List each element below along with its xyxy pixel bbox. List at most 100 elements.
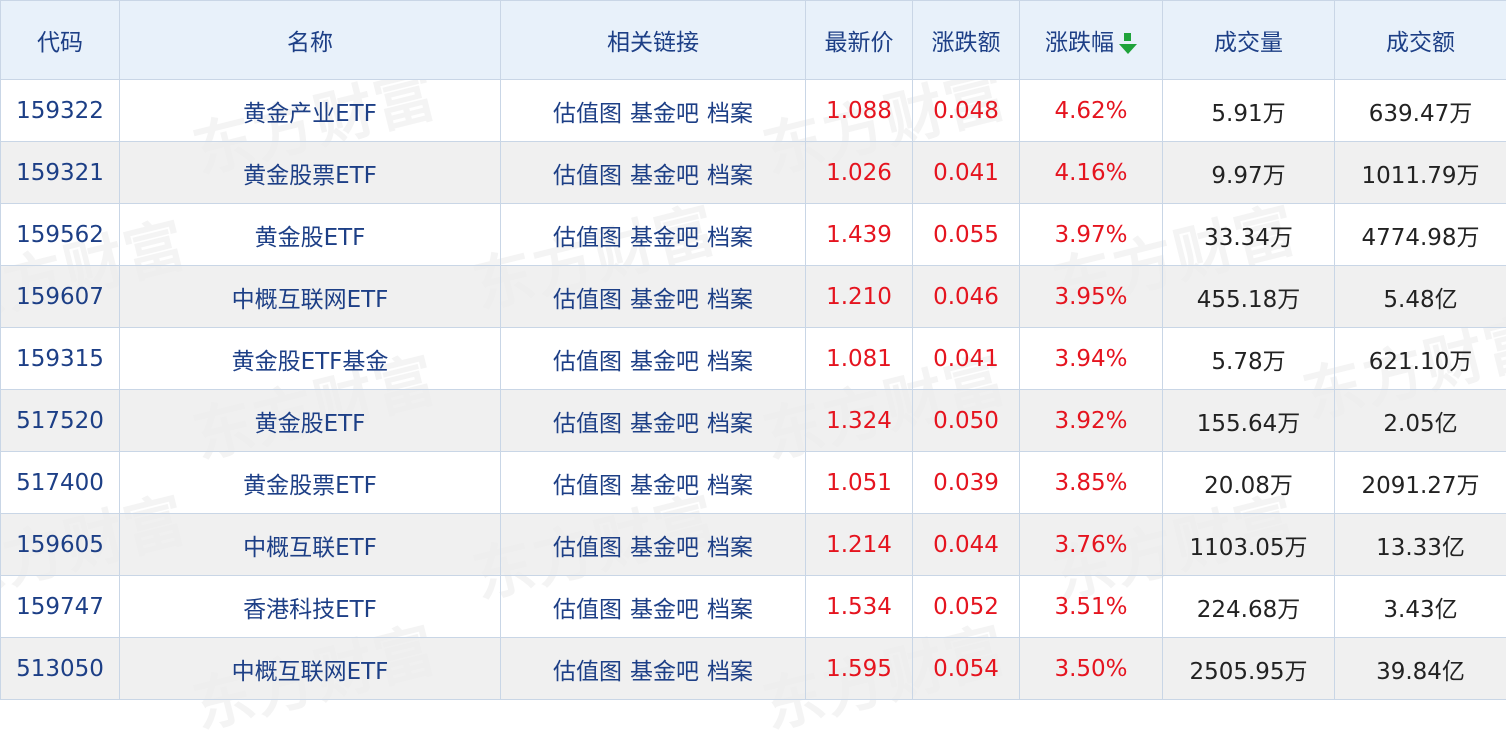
fund-forum-link[interactable]: 基金吧 bbox=[630, 659, 699, 685]
cell-change-pct: 3.50% bbox=[1020, 638, 1163, 700]
header-name[interactable]: 名称 bbox=[120, 1, 501, 80]
fund-code-link[interactable]: 159322 bbox=[16, 98, 104, 124]
fund-code-link[interactable]: 517520 bbox=[16, 408, 104, 434]
fund-profile-link[interactable]: 档案 bbox=[707, 225, 753, 251]
fund-code-link[interactable]: 159321 bbox=[16, 160, 104, 186]
cell-links: 估值图基金吧档案 bbox=[501, 638, 806, 700]
cell-code[interactable]: 159322 bbox=[1, 80, 120, 142]
fund-name-link[interactable]: 中概互联ETF bbox=[243, 535, 377, 561]
cell-change-pct: 4.16% bbox=[1020, 142, 1163, 204]
fund-name-link[interactable]: 黄金股ETF bbox=[255, 225, 366, 251]
cell-links: 估值图基金吧档案 bbox=[501, 452, 806, 514]
table-row: 159747香港科技ETF估值图基金吧档案1.5340.0523.51%224.… bbox=[1, 576, 1506, 638]
valuation-chart-link[interactable]: 估值图 bbox=[553, 101, 622, 127]
cell-turnover: 13.33亿 bbox=[1335, 514, 1506, 576]
cell-name[interactable]: 中概互联ETF bbox=[120, 514, 501, 576]
valuation-chart-link[interactable]: 估值图 bbox=[553, 225, 622, 251]
cell-name[interactable]: 黄金股ETF基金 bbox=[120, 328, 501, 390]
cell-change: 0.046 bbox=[913, 266, 1020, 328]
fund-name-link[interactable]: 黄金股票ETF bbox=[243, 163, 377, 189]
fund-code-link[interactable]: 159605 bbox=[16, 532, 104, 558]
valuation-chart-link[interactable]: 估值图 bbox=[553, 535, 622, 561]
fund-profile-link[interactable]: 档案 bbox=[707, 101, 753, 127]
valuation-chart-link[interactable]: 估值图 bbox=[553, 597, 622, 623]
fund-code-link[interactable]: 159607 bbox=[16, 284, 104, 310]
header-price[interactable]: 最新价 bbox=[806, 1, 913, 80]
fund-code-link[interactable]: 159562 bbox=[16, 222, 104, 248]
fund-forum-link[interactable]: 基金吧 bbox=[630, 411, 699, 437]
fund-forum-link[interactable]: 基金吧 bbox=[630, 225, 699, 251]
fund-code-link[interactable]: 159747 bbox=[16, 594, 104, 620]
fund-code-link[interactable]: 517400 bbox=[16, 470, 104, 496]
header-change-pct-label: 涨跌幅 bbox=[1045, 30, 1114, 56]
header-volume[interactable]: 成交量 bbox=[1163, 1, 1335, 80]
fund-name-link[interactable]: 黄金股票ETF bbox=[243, 473, 377, 499]
header-links: 相关链接 bbox=[501, 1, 806, 80]
valuation-chart-link[interactable]: 估值图 bbox=[553, 659, 622, 685]
cell-code[interactable]: 517400 bbox=[1, 452, 120, 514]
fund-code-link[interactable]: 159315 bbox=[16, 346, 104, 372]
header-change-pct[interactable]: 涨跌幅 bbox=[1020, 1, 1163, 80]
valuation-chart-link[interactable]: 估值图 bbox=[553, 349, 622, 375]
fund-name-link[interactable]: 中概互联网ETF bbox=[232, 287, 389, 313]
cell-name[interactable]: 黄金股ETF bbox=[120, 204, 501, 266]
cell-name[interactable]: 黄金股票ETF bbox=[120, 142, 501, 204]
cell-change: 0.048 bbox=[913, 80, 1020, 142]
table-row: 159321黄金股票ETF估值图基金吧档案1.0260.0414.16%9.97… bbox=[1, 142, 1506, 204]
cell-name[interactable]: 香港科技ETF bbox=[120, 576, 501, 638]
cell-name[interactable]: 黄金股票ETF bbox=[120, 452, 501, 514]
fund-profile-link[interactable]: 档案 bbox=[707, 349, 753, 375]
cell-name[interactable]: 中概互联网ETF bbox=[120, 266, 501, 328]
fund-forum-link[interactable]: 基金吧 bbox=[630, 535, 699, 561]
cell-name[interactable]: 中概互联网ETF bbox=[120, 638, 501, 700]
table-header-row: 代码 名称 相关链接 最新价 涨跌额 涨跌幅 成交量 成交额 bbox=[1, 1, 1506, 80]
cell-code[interactable]: 517520 bbox=[1, 390, 120, 452]
cell-change: 0.039 bbox=[913, 452, 1020, 514]
cell-code[interactable]: 159747 bbox=[1, 576, 120, 638]
fund-forum-link[interactable]: 基金吧 bbox=[630, 597, 699, 623]
header-change[interactable]: 涨跌额 bbox=[913, 1, 1020, 80]
cell-price: 1.534 bbox=[806, 576, 913, 638]
fund-profile-link[interactable]: 档案 bbox=[707, 659, 753, 685]
cell-code[interactable]: 513050 bbox=[1, 638, 120, 700]
fund-forum-link[interactable]: 基金吧 bbox=[630, 473, 699, 499]
valuation-chart-link[interactable]: 估值图 bbox=[553, 473, 622, 499]
cell-name[interactable]: 黄金股ETF bbox=[120, 390, 501, 452]
fund-name-link[interactable]: 中概互联网ETF bbox=[232, 659, 389, 685]
fund-profile-link[interactable]: 档案 bbox=[707, 535, 753, 561]
cell-volume: 1103.05万 bbox=[1163, 514, 1335, 576]
cell-change: 0.054 bbox=[913, 638, 1020, 700]
fund-name-link[interactable]: 黄金产业ETF bbox=[243, 101, 377, 127]
cell-volume: 9.97万 bbox=[1163, 142, 1335, 204]
valuation-chart-link[interactable]: 估值图 bbox=[553, 287, 622, 313]
cell-turnover: 4774.98万 bbox=[1335, 204, 1506, 266]
cell-change-pct: 3.94% bbox=[1020, 328, 1163, 390]
fund-profile-link[interactable]: 档案 bbox=[707, 597, 753, 623]
cell-code[interactable]: 159605 bbox=[1, 514, 120, 576]
cell-change-pct: 3.51% bbox=[1020, 576, 1163, 638]
fund-profile-link[interactable]: 档案 bbox=[707, 411, 753, 437]
cell-code[interactable]: 159562 bbox=[1, 204, 120, 266]
fund-forum-link[interactable]: 基金吧 bbox=[630, 349, 699, 375]
valuation-chart-link[interactable]: 估值图 bbox=[553, 411, 622, 437]
cell-change-pct: 3.95% bbox=[1020, 266, 1163, 328]
header-turnover[interactable]: 成交额 bbox=[1335, 1, 1506, 80]
fund-name-link[interactable]: 香港科技ETF bbox=[243, 597, 377, 623]
header-code[interactable]: 代码 bbox=[1, 1, 120, 80]
cell-volume: 2505.95万 bbox=[1163, 638, 1335, 700]
fund-forum-link[interactable]: 基金吧 bbox=[630, 163, 699, 189]
fund-name-link[interactable]: 黄金股ETF bbox=[255, 411, 366, 437]
fund-code-link[interactable]: 513050 bbox=[16, 656, 104, 682]
fund-profile-link[interactable]: 档案 bbox=[707, 163, 753, 189]
cell-name[interactable]: 黄金产业ETF bbox=[120, 80, 501, 142]
fund-name-link[interactable]: 黄金股ETF基金 bbox=[232, 349, 389, 375]
fund-profile-link[interactable]: 档案 bbox=[707, 287, 753, 313]
cell-code[interactable]: 159315 bbox=[1, 328, 120, 390]
fund-forum-link[interactable]: 基金吧 bbox=[630, 101, 699, 127]
valuation-chart-link[interactable]: 估值图 bbox=[553, 163, 622, 189]
fund-profile-link[interactable]: 档案 bbox=[707, 473, 753, 499]
cell-code[interactable]: 159607 bbox=[1, 266, 120, 328]
cell-volume: 5.91万 bbox=[1163, 80, 1335, 142]
cell-code[interactable]: 159321 bbox=[1, 142, 120, 204]
fund-forum-link[interactable]: 基金吧 bbox=[630, 287, 699, 313]
